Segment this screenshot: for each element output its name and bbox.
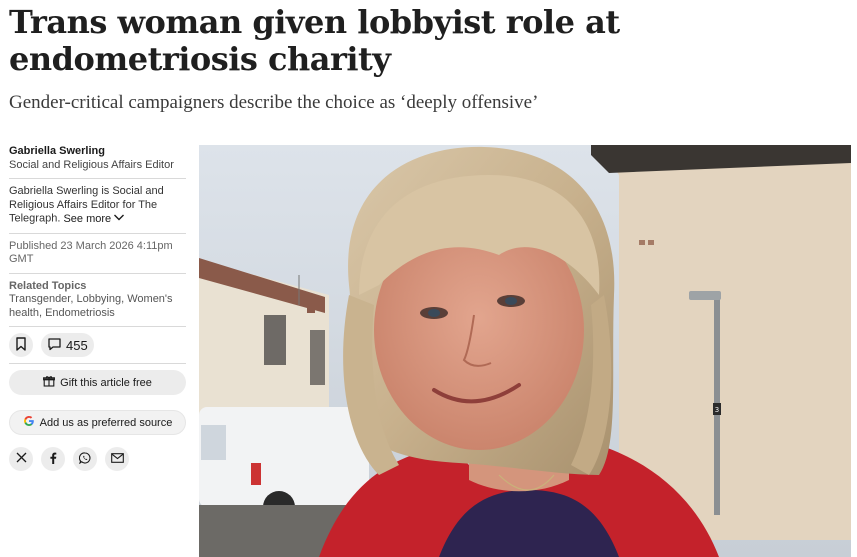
share-facebook-button[interactable] xyxy=(41,447,65,471)
preferred-source-label: Add us as preferred source xyxy=(39,416,173,429)
article-sidebar: Gabriella Swerling Social and Religious … xyxy=(9,144,186,471)
share-whatsapp-button[interactable] xyxy=(73,447,97,471)
email-icon xyxy=(110,452,124,466)
see-more-label: See more xyxy=(63,212,112,225)
bookmark-icon xyxy=(15,336,27,354)
divider xyxy=(9,363,186,364)
comments-button[interactable]: 455 xyxy=(41,333,94,357)
comment-icon xyxy=(47,337,62,354)
author-name[interactable]: Gabriella Swerling xyxy=(9,144,186,158)
gift-article-button[interactable]: Gift this article free xyxy=(9,370,186,395)
gift-article-label: Gift this article free xyxy=(60,376,152,389)
author-bio: Gabriella Swerling is Social and Religio… xyxy=(9,185,186,227)
portrait-image: 3 xyxy=(199,145,851,557)
preferred-source-button[interactable]: Add us as preferred source xyxy=(9,410,186,435)
facebook-icon xyxy=(49,452,57,467)
divider xyxy=(9,178,186,179)
see-more-button[interactable]: See more xyxy=(63,212,125,227)
divider xyxy=(9,326,186,327)
article-photo: 3 xyxy=(199,145,851,557)
x-icon xyxy=(16,452,27,466)
comment-count: 455 xyxy=(66,337,88,353)
article-standfirst: Gender-critical campaigners describe the… xyxy=(9,92,539,113)
related-topics-list[interactable]: Transgender, Lobbying, Women's health, E… xyxy=(9,293,186,320)
share-email-button[interactable] xyxy=(105,447,129,471)
whatsapp-icon xyxy=(78,451,91,467)
divider xyxy=(9,232,186,234)
google-icon xyxy=(23,415,35,430)
gift-icon xyxy=(43,375,56,390)
bookmark-button[interactable] xyxy=(9,333,33,357)
article-headline: Trans woman given lobbyist role at endom… xyxy=(9,3,620,78)
house-number: 3 xyxy=(715,406,719,414)
published-date: Published 23 March 2026 4:11pm GMT xyxy=(9,239,173,266)
related-topics-title: Related Topics xyxy=(9,279,87,292)
action-row: 455 xyxy=(9,333,186,357)
share-row xyxy=(9,447,186,471)
chevron-down-icon xyxy=(113,212,125,227)
author-role: Social and Religious Affairs Editor xyxy=(9,159,174,171)
share-x-button[interactable] xyxy=(9,447,33,471)
divider xyxy=(9,272,186,274)
